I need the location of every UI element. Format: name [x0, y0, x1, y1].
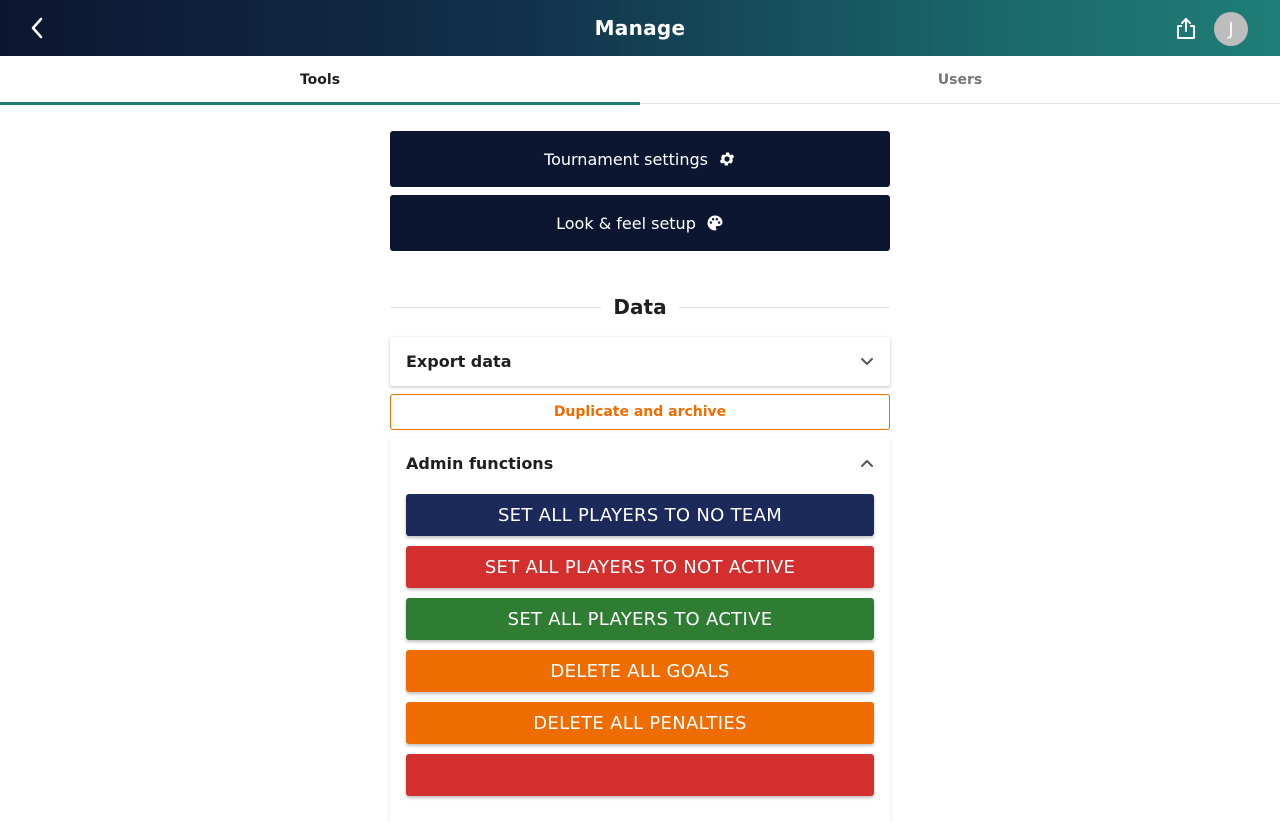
- set-all-active-label: SET ALL PLAYERS TO ACTIVE: [507, 608, 773, 630]
- export-data-label: Export data: [406, 352, 512, 371]
- data-heading: Data: [613, 295, 667, 319]
- set-all-not-active-button[interactable]: SET ALL PLAYERS TO NOT ACTIVE: [406, 546, 874, 588]
- back-button[interactable]: [22, 14, 52, 42]
- share-button[interactable]: [1172, 14, 1200, 42]
- tournament-settings-button[interactable]: Tournament settings: [390, 131, 890, 187]
- tab-users[interactable]: Users: [640, 56, 1280, 104]
- duplicate-archive-button[interactable]: Duplicate and archive: [390, 394, 890, 430]
- admin-functions-panel: Admin functions SET ALL PLAYERS TO NO TE…: [390, 438, 890, 822]
- delete-all-goals-button[interactable]: DELETE ALL GOALS: [406, 650, 874, 692]
- share-icon: [1177, 18, 1195, 39]
- export-data-accordion[interactable]: Export data: [390, 337, 890, 386]
- duplicate-archive-label: Duplicate and archive: [553, 404, 727, 420]
- divider-right: [678, 306, 890, 308]
- avatar[interactable]: J: [1214, 12, 1248, 46]
- set-all-not-active-label: SET ALL PLAYERS TO NOT ACTIVE: [484, 556, 796, 578]
- tournament-settings-label: Tournament settings: [544, 149, 708, 169]
- set-all-no-team-button[interactable]: SET ALL PLAYERS TO NO TEAM: [406, 494, 874, 536]
- chevron-down-icon: [861, 357, 873, 365]
- tab-users-label: Users: [937, 72, 983, 88]
- chevron-left-icon: [31, 17, 43, 39]
- delete-all-goals-label: DELETE ALL GOALS: [550, 660, 730, 682]
- tab-tools-label: Tools: [299, 72, 341, 88]
- data-section-heading: Data: [390, 291, 890, 323]
- delete-all-penalties-button[interactable]: DELETE ALL PENALTIES: [406, 702, 874, 744]
- delete-all-penalties-label: DELETE ALL PENALTIES: [533, 712, 747, 734]
- app-bar: Manage J: [0, 0, 1280, 56]
- look-feel-setup-button[interactable]: Look & feel setup: [390, 195, 890, 251]
- set-all-active-button[interactable]: SET ALL PLAYERS TO ACTIVE: [406, 598, 874, 640]
- gear-icon: [718, 150, 736, 168]
- tools-panel: Tournament settings Look & feel setup Da…: [390, 131, 890, 822]
- admin-action-button[interactable]: [406, 754, 874, 796]
- admin-functions-accordion[interactable]: Admin functions: [406, 438, 874, 488]
- tab-tools[interactable]: Tools: [0, 56, 640, 105]
- look-feel-label: Look & feel setup: [556, 213, 696, 233]
- set-all-no-team-label: SET ALL PLAYERS TO NO TEAM: [497, 504, 783, 526]
- page-title: Manage: [594, 16, 686, 40]
- divider-left: [390, 306, 602, 308]
- chevron-up-icon: [861, 460, 873, 467]
- avatar-initial: J: [1228, 18, 1234, 40]
- tab-bar: Tools Users: [0, 56, 1280, 105]
- palette-icon: [706, 214, 724, 232]
- admin-functions-label: Admin functions: [406, 453, 554, 473]
